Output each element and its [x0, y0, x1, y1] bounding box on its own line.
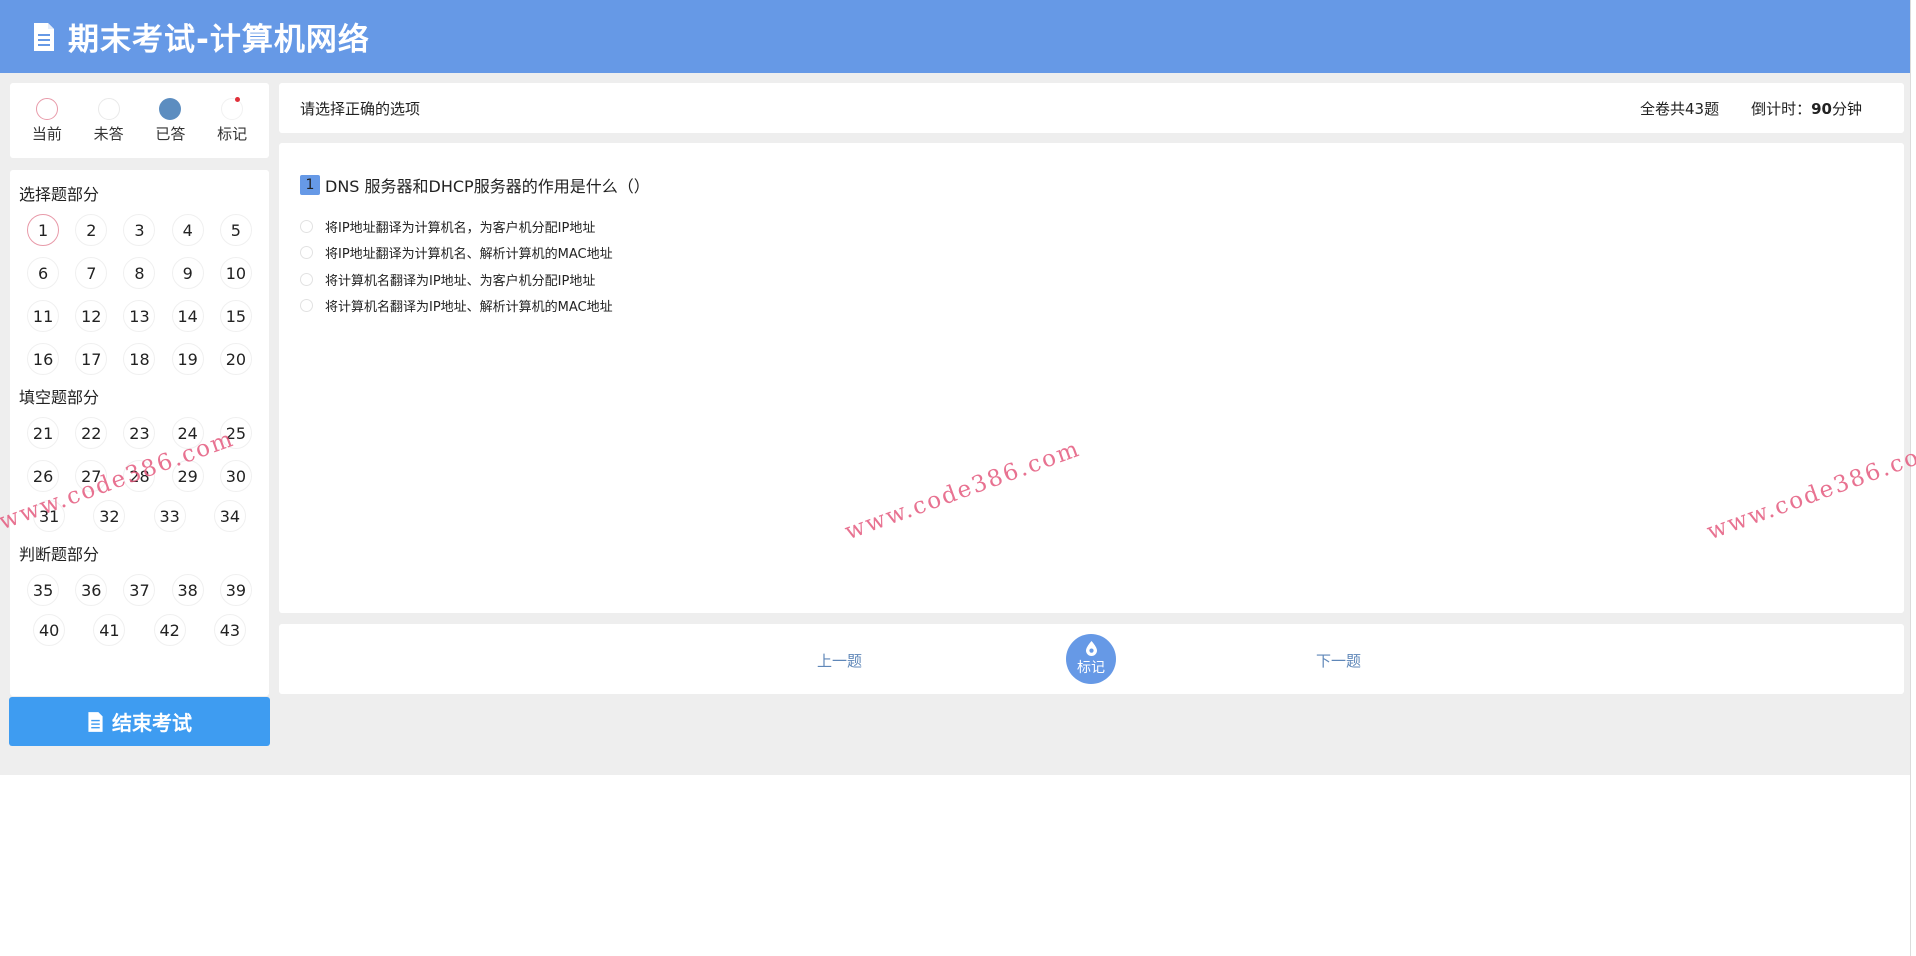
- total-questions: 全卷共43题: [1640, 99, 1720, 118]
- question-grid-row-group: 40 41 42 43: [19, 614, 260, 646]
- section-title-choice: 选择题部分: [19, 185, 100, 204]
- legend-label: 当前: [31, 124, 62, 143]
- question-number-button[interactable]: 19: [171, 343, 204, 375]
- option-list: 将IP地址翻译为计算机名，为客户机分配IP地址将IP地址翻译为计算机名、解析计算…: [300, 213, 1883, 319]
- question-number-button[interactable]: 11: [27, 300, 60, 332]
- question-number-button[interactable]: 17: [75, 343, 108, 375]
- judge-question-grid: 35 36 37 38 39: [19, 574, 260, 606]
- question-number-button[interactable]: 34: [213, 500, 246, 532]
- question-number-button[interactable]: 36: [75, 574, 108, 606]
- radio-button[interactable]: [300, 299, 313, 313]
- question-number-button[interactable]: 39: [219, 574, 252, 606]
- question-text: DNS 服务器和DHCP服务器的作用是什么（）: [325, 177, 650, 196]
- choice-question-grid: 1 2 3 4 5 6 7 8 9 10 11 12 13 14 15 16 17 18 19 20: [19, 214, 260, 375]
- question-number-button[interactable]: 5: [219, 214, 252, 246]
- question-number-button[interactable]: 43: [213, 614, 246, 646]
- question-number-button[interactable]: 2: [75, 214, 108, 246]
- question-number-badge: 1: [300, 175, 320, 195]
- question-number-button[interactable]: 7: [75, 257, 108, 289]
- question-number-button[interactable]: 12: [75, 300, 108, 332]
- radio-button[interactable]: [300, 272, 313, 286]
- section-title-fill: 填空题部分: [19, 388, 100, 407]
- option-text: 将计算机名翻译为IP地址、为客户机分配IP地址: [325, 273, 596, 289]
- app-header: 期末考试-计算机网络: [0, 0, 1916, 73]
- end-exam-button[interactable]: 结束考试: [9, 697, 270, 746]
- question-number-button[interactable]: 30: [219, 460, 252, 492]
- document-icon: [88, 711, 103, 732]
- answer-option[interactable]: 将IP地址翻译为计算机名、解析计算机的MAC地址: [300, 240, 1883, 267]
- question-panel: 1 DNS 服务器和DHCP服务器的作用是什么（） 将IP地址翻译为计算机名，为…: [279, 143, 1904, 613]
- option-text: 将计算机名翻译为IP地址、解析计算机的MAC地址: [325, 300, 613, 316]
- document-icon: [34, 22, 54, 51]
- question-number-button[interactable]: 21: [27, 417, 60, 449]
- question-number-button[interactable]: 42: [153, 614, 186, 646]
- next-question-button[interactable]: 下一题: [1316, 650, 1361, 671]
- answer-option[interactable]: 将计算机名翻译为IP地址、为客户机分配IP地址: [300, 266, 1883, 293]
- question-number-button[interactable]: 10: [219, 257, 252, 289]
- answered-status-dot: [159, 97, 182, 120]
- legend-unanswered: 未答: [93, 97, 124, 144]
- question-number-button[interactable]: 38: [171, 574, 204, 606]
- answer-option[interactable]: 将IP地址翻译为计算机名，为客户机分配IP地址: [300, 213, 1883, 240]
- drop-icon: [1085, 641, 1097, 656]
- current-status-dot: [35, 97, 58, 120]
- question-number-button[interactable]: 9: [171, 257, 204, 289]
- legend-label: 未答: [93, 124, 124, 143]
- countdown: 倒计时：90分钟: [1751, 98, 1862, 119]
- previous-question-button[interactable]: 上一题: [817, 650, 862, 671]
- question-number-button[interactable]: 35: [27, 574, 60, 606]
- countdown-value: 90: [1811, 99, 1832, 118]
- radio-button[interactable]: [300, 219, 313, 233]
- question-number-button[interactable]: 32: [93, 500, 126, 532]
- radio-button[interactable]: [300, 246, 313, 260]
- question-number-button[interactable]: 13: [123, 300, 156, 332]
- question-actions: 上一题 标记 下一题: [279, 624, 1904, 694]
- question-number-button[interactable]: 37: [123, 574, 156, 606]
- status-legend: 当前 未答 已答 标记: [10, 83, 269, 158]
- legend-label: 标记: [217, 124, 248, 143]
- instruction-text: 请选择正确的选项: [300, 99, 421, 118]
- question-number-button[interactable]: 20: [219, 343, 252, 375]
- page-scrollbar-track[interactable]: [1910, 0, 1916, 956]
- question-number-button[interactable]: 26: [27, 460, 60, 492]
- legend-label: 已答: [155, 124, 186, 143]
- question-number-button[interactable]: 23: [123, 417, 156, 449]
- option-text: 将IP地址翻译为计算机名、解析计算机的MAC地址: [325, 247, 613, 263]
- countdown-label: 倒计时：: [1751, 99, 1812, 118]
- question-number-button[interactable]: 18: [123, 343, 156, 375]
- question-number-button[interactable]: 15: [219, 300, 252, 332]
- question-number-button[interactable]: 16: [27, 343, 60, 375]
- end-exam-label: 结束考试: [112, 711, 192, 735]
- question-number-button[interactable]: 1: [27, 214, 60, 246]
- mark-label: 标记: [1077, 660, 1105, 676]
- question-stem: 1 DNS 服务器和DHCP服务器的作用是什么（）: [300, 173, 1883, 197]
- question-number-button[interactable]: 3: [123, 214, 156, 246]
- exam-info-bar: 请选择正确的选项 全卷共43题 倒计时：90分钟: [279, 83, 1904, 133]
- unanswered-status-dot: [97, 97, 120, 120]
- section-title-judge: 判断题部分: [19, 545, 100, 564]
- question-number-button[interactable]: 4: [171, 214, 204, 246]
- question-number-button[interactable]: 41: [93, 614, 126, 646]
- legend-current: 当前: [31, 97, 62, 144]
- answer-option[interactable]: 将计算机名翻译为IP地址、解析计算机的MAC地址: [300, 293, 1883, 320]
- question-number-button[interactable]: 6: [27, 257, 60, 289]
- legend-marked: 标记: [217, 96, 248, 144]
- marked-status-dot: [221, 96, 244, 120]
- question-number-button[interactable]: 33: [153, 500, 186, 532]
- mark-question-button[interactable]: 标记: [1066, 634, 1116, 684]
- question-number-button[interactable]: 8: [123, 257, 156, 289]
- legend-answered: 已答: [155, 97, 186, 144]
- question-number-button[interactable]: 40: [33, 614, 66, 646]
- countdown-unit: 分钟: [1831, 99, 1862, 118]
- question-number-button[interactable]: 22: [75, 417, 108, 449]
- page-title: 期末考试-计算机网络: [68, 22, 370, 58]
- question-number-button[interactable]: 14: [171, 300, 204, 332]
- option-text: 将IP地址翻译为计算机名，为客户机分配IP地址: [325, 220, 596, 236]
